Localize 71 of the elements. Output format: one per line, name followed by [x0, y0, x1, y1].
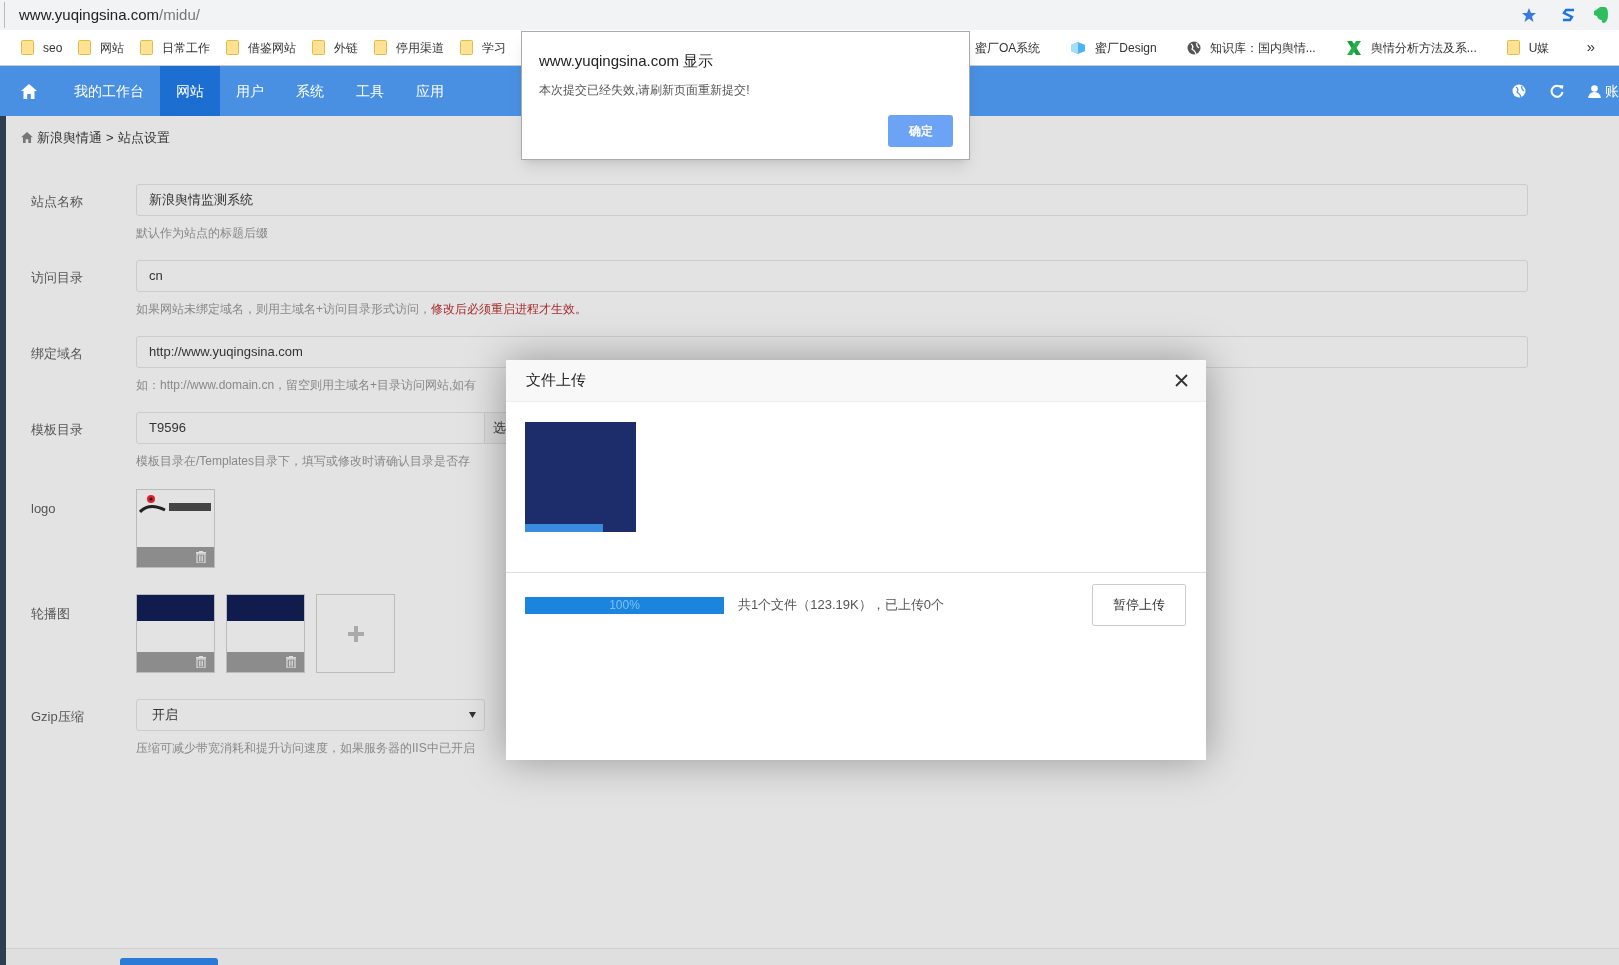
pause-upload-button[interactable]: 暂停上传	[1092, 584, 1186, 626]
folder-icon	[226, 40, 240, 55]
text-field[interactable]: T9596	[136, 412, 485, 444]
bookmark-item[interactable]: seo	[15, 34, 69, 61]
bookmark-item[interactable]: 外链	[306, 34, 365, 61]
alert-title: www.yuqingsina.com 显示	[539, 51, 715, 71]
bookmark-item[interactable]: 知识库：国内舆情...	[1180, 34, 1322, 61]
hint-text: 默认作为站点的标题后缀	[136, 225, 268, 242]
dropdown-value: 开启	[152, 706, 178, 725]
folder-icon	[374, 40, 388, 55]
hint-text: 如果网站未绑定域名，则用主域名+访问目录形式访问，修改后必须重启进程才生效。	[136, 301, 587, 318]
field-label: Gzip压缩	[30, 708, 85, 726]
folder-icon	[21, 40, 34, 55]
delete-button[interactable]	[286, 656, 296, 669]
close-button[interactable]	[1175, 374, 1188, 387]
user-icon	[1588, 84, 1601, 98]
home-icon	[21, 132, 33, 143]
bookmark-item[interactable]: 日常工作	[134, 34, 217, 61]
close-icon	[1175, 374, 1188, 387]
more-bookmarks-button[interactable]: »	[1586, 36, 1595, 59]
breadcrumb-separator: >	[106, 128, 114, 147]
field-label: logo	[30, 500, 57, 518]
delete-button[interactable]	[196, 551, 206, 564]
nav-tab[interactable]: 网站	[160, 66, 220, 116]
field-label: 站点名称	[30, 193, 84, 211]
globe-icon	[1186, 40, 1201, 55]
bookmark-item[interactable]: U媒	[1500, 34, 1556, 61]
add-image-button[interactable]	[316, 594, 395, 673]
cube-icon	[1070, 40, 1087, 55]
delete-button[interactable]	[196, 656, 206, 669]
text-field[interactable]: 新浪舆情监测系统	[136, 184, 1528, 216]
folder-icon	[140, 40, 154, 55]
trash-icon	[286, 656, 296, 669]
refresh-icon	[1550, 84, 1564, 98]
folder-icon	[78, 40, 92, 55]
home-icon	[21, 83, 37, 99]
upload-status: 共1个文件（123.19K），已上传0个	[738, 596, 944, 615]
bookmark-item[interactable]: 蜜厂Design	[1064, 34, 1163, 61]
breadcrumb-current: 站点设置	[117, 128, 170, 147]
field-label: 模板目录	[30, 421, 84, 439]
bookmark-item[interactable]: 学习	[454, 34, 513, 61]
refresh-button[interactable]	[1550, 84, 1564, 98]
folder-icon	[312, 40, 326, 55]
field-label: 轮播图	[30, 605, 71, 623]
extension-icon	[1561, 7, 1577, 23]
x-letter-icon	[1345, 39, 1362, 56]
field-label: 绑定域名	[30, 345, 84, 363]
caret-icon	[469, 712, 476, 718]
text-field[interactable]: cn	[136, 260, 1528, 292]
hint-text: 如：http://www.domain.cn，留空则用主域名+目录访问网站,如有	[136, 377, 477, 394]
folder-icon	[1506, 40, 1520, 55]
plus-icon	[347, 625, 364, 642]
bookmark-item[interactable]: 网站	[72, 34, 131, 61]
dialog-title: 文件上传	[526, 370, 586, 391]
dropdown[interactable]: 开启	[136, 699, 485, 731]
breadcrumb-link[interactable]: 新浪舆情通	[37, 127, 102, 148]
language-button[interactable]	[1512, 84, 1526, 98]
trash-icon	[196, 656, 206, 669]
hint-text: 模板目录在/Templates目录下，填写或修改时请确认目录是否存	[136, 453, 471, 470]
globe-icon	[1512, 84, 1526, 98]
alert-message: 本次提交已经失效,请刷新页面重新提交!	[539, 81, 751, 99]
folder-icon	[460, 40, 474, 55]
hint-text: 压缩可减少带宽消耗和提升访问速度，如果服务器的IIS中已开启	[136, 740, 475, 757]
bookmark-item[interactable]: 舆情分析方法及系...	[1339, 34, 1483, 61]
field-label: 访问目录	[30, 269, 84, 287]
progress-label: 100%	[608, 597, 641, 614]
bookmark-item[interactable]: 借鉴网站	[220, 34, 303, 61]
bookmark-item[interactable]: 停用渠道	[368, 34, 451, 61]
star-icon	[1521, 7, 1537, 23]
trash-icon	[196, 551, 206, 564]
bookmark-item[interactable]: 蜜厂OA系统	[969, 34, 1047, 61]
